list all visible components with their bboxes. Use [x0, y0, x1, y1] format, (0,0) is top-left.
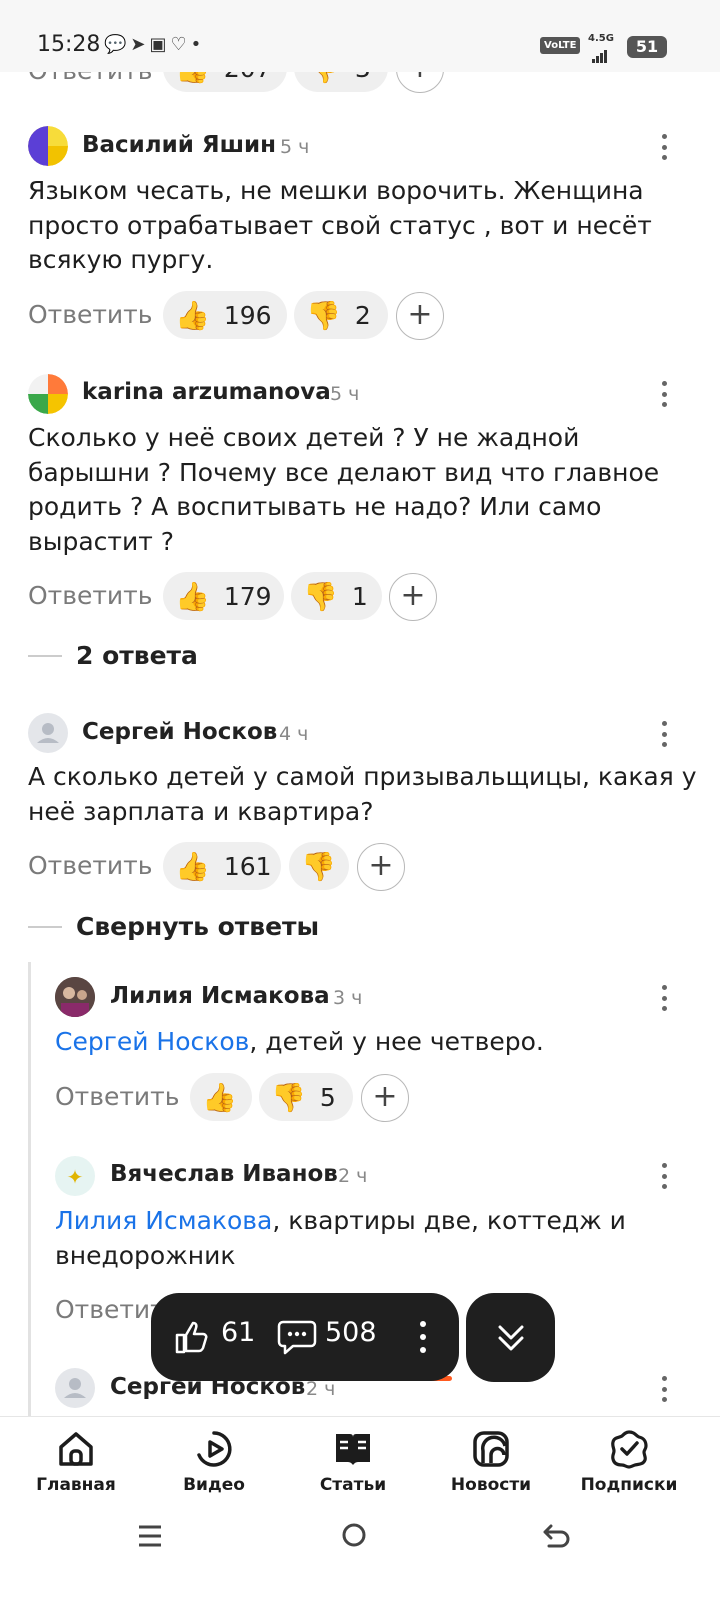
- thumbs-up-icon: 👍: [175, 849, 210, 883]
- thumbs-down-icon: 👎: [271, 1080, 306, 1114]
- comments-icon: [277, 1320, 317, 1355]
- like-button[interactable]: 👍: [190, 1073, 252, 1121]
- comment-time: 2 ч: [306, 1378, 336, 1400]
- thumbs-up-icon: 👍: [202, 1080, 237, 1114]
- thumbs-up-icon: 👍: [175, 298, 210, 332]
- menu-icon[interactable]: [137, 1523, 163, 1549]
- more-options-icon[interactable]: [660, 1163, 668, 1189]
- nav-item-news[interactable]: Новости: [421, 1417, 561, 1511]
- bottom-navigation: Главная Видео Статьи Новости Подписки: [0, 1416, 720, 1511]
- comment-author[interactable]: Василий Яшин: [82, 132, 276, 158]
- divider: [28, 926, 62, 928]
- avatar[interactable]: [55, 1368, 95, 1408]
- comment-author[interactable]: Вячеслав Иванов: [110, 1161, 338, 1187]
- avatar[interactable]: ✦: [55, 1156, 95, 1196]
- comment-text: Сергей Носков, детей у нее четверо.: [55, 1027, 544, 1056]
- add-reaction-button[interactable]: +: [357, 843, 405, 891]
- more-options-icon[interactable]: [660, 721, 668, 747]
- status-time: 15:28: [37, 32, 101, 57]
- nav-item-home[interactable]: Главная: [6, 1417, 146, 1511]
- more-options-icon[interactable]: [660, 1376, 668, 1402]
- comments-button[interactable]: 508: [277, 1313, 407, 1361]
- more-options-icon[interactable]: [660, 134, 668, 160]
- back-icon[interactable]: [541, 1522, 571, 1550]
- subscriptions-icon: [611, 1430, 648, 1469]
- system-navigation: [0, 1510, 720, 1600]
- articles-icon: [336, 1434, 370, 1465]
- double-chevron-down-icon: [498, 1325, 524, 1351]
- comment-time: 2 ч: [338, 1165, 368, 1187]
- dislike-button[interactable]: 👎 5: [259, 1073, 353, 1121]
- add-reaction-button[interactable]: +: [389, 573, 437, 621]
- thumbs-down-icon: 👎: [306, 298, 341, 332]
- svg-text:✦: ✦: [67, 1165, 84, 1189]
- reply-button[interactable]: Ответить: [55, 1082, 179, 1111]
- volte-badge: VoLTE: [540, 37, 581, 54]
- home-circle-icon[interactable]: [341, 1522, 367, 1548]
- add-reaction-button[interactable]: +: [361, 1074, 409, 1122]
- reply-button[interactable]: Ответить: [28, 581, 152, 610]
- more-options-icon[interactable]: [660, 985, 668, 1011]
- like-count: 61: [221, 1317, 256, 1348]
- like-article-button[interactable]: 61: [171, 1313, 271, 1361]
- dislike-button[interactable]: 👎: [289, 842, 349, 890]
- comment-text: А сколько детей у самой призывальщицы, к…: [28, 762, 697, 826]
- comment-time: 3 ч: [333, 987, 363, 1009]
- battery-icon: 51: [627, 36, 667, 58]
- avatar[interactable]: [55, 977, 95, 1017]
- comment-time: 4 ч: [279, 723, 309, 745]
- like-button[interactable]: 👍 196: [163, 291, 287, 339]
- avatar[interactable]: [28, 374, 68, 414]
- dislike-button[interactable]: 👎 1: [291, 572, 382, 620]
- comment-text: Сколько у неё своих детей ? У не жадной …: [28, 423, 660, 556]
- video-icon: [197, 1431, 232, 1467]
- comment-author[interactable]: Лилия Исмакова: [110, 983, 330, 1009]
- thumbs-down-icon: 👎: [303, 579, 338, 613]
- add-reaction-button[interactable]: +: [396, 292, 444, 340]
- collapse-replies-button[interactable]: Свернуть ответы: [76, 912, 319, 941]
- comment-time: 5 ч: [330, 383, 360, 405]
- comment-text: Языком чесать, не мешки ворочить. Женщин…: [28, 176, 652, 274]
- thread-line: [28, 962, 31, 1417]
- mention-link[interactable]: Сергей Носков: [55, 1027, 249, 1056]
- reply-button[interactable]: Ответить: [28, 851, 152, 880]
- comment-author[interactable]: Сергей Носков: [82, 719, 277, 745]
- nav-item-articles[interactable]: Статьи: [283, 1417, 423, 1511]
- floating-action-bar: 61 508: [151, 1293, 459, 1381]
- comment-text: Лилия Исмакова, квартиры две, коттедж и …: [55, 1206, 626, 1270]
- divider: [28, 655, 62, 657]
- scroll-down-button[interactable]: [466, 1293, 555, 1382]
- thumbs-up-icon: [175, 1321, 208, 1354]
- mention-link[interactable]: Лилия Исмакова: [55, 1206, 272, 1235]
- home-icon: [59, 1432, 93, 1466]
- reply-button[interactable]: Ответить: [28, 300, 152, 329]
- nav-item-subscriptions[interactable]: Подписки: [559, 1417, 699, 1511]
- show-replies-button[interactable]: 2 ответа: [76, 641, 198, 670]
- like-button[interactable]: 👍 179: [163, 572, 284, 620]
- status-bar: 15:28 💬➤▣♡• VoLTE 4.5G 51: [0, 0, 720, 72]
- avatar[interactable]: [28, 126, 68, 166]
- comment-author[interactable]: karina arzumanova: [82, 379, 331, 405]
- comments-count: 508: [325, 1317, 377, 1348]
- like-button[interactable]: 👍 161: [163, 842, 281, 890]
- nav-item-video[interactable]: Видео: [144, 1417, 284, 1511]
- comment-time: 5 ч: [280, 136, 310, 158]
- more-options-icon[interactable]: [660, 381, 668, 407]
- notification-icons: 💬➤▣♡•: [104, 34, 206, 55]
- avatar[interactable]: [28, 713, 68, 753]
- thumbs-down-icon: 👎: [301, 849, 336, 883]
- signal-icon: [592, 44, 608, 63]
- dislike-button[interactable]: 👎 2: [294, 291, 388, 339]
- news-icon: [473, 1431, 509, 1467]
- more-options-icon[interactable]: [419, 1321, 427, 1353]
- thumbs-up-icon: 👍: [175, 579, 210, 613]
- network-type: 4.5G: [588, 33, 614, 44]
